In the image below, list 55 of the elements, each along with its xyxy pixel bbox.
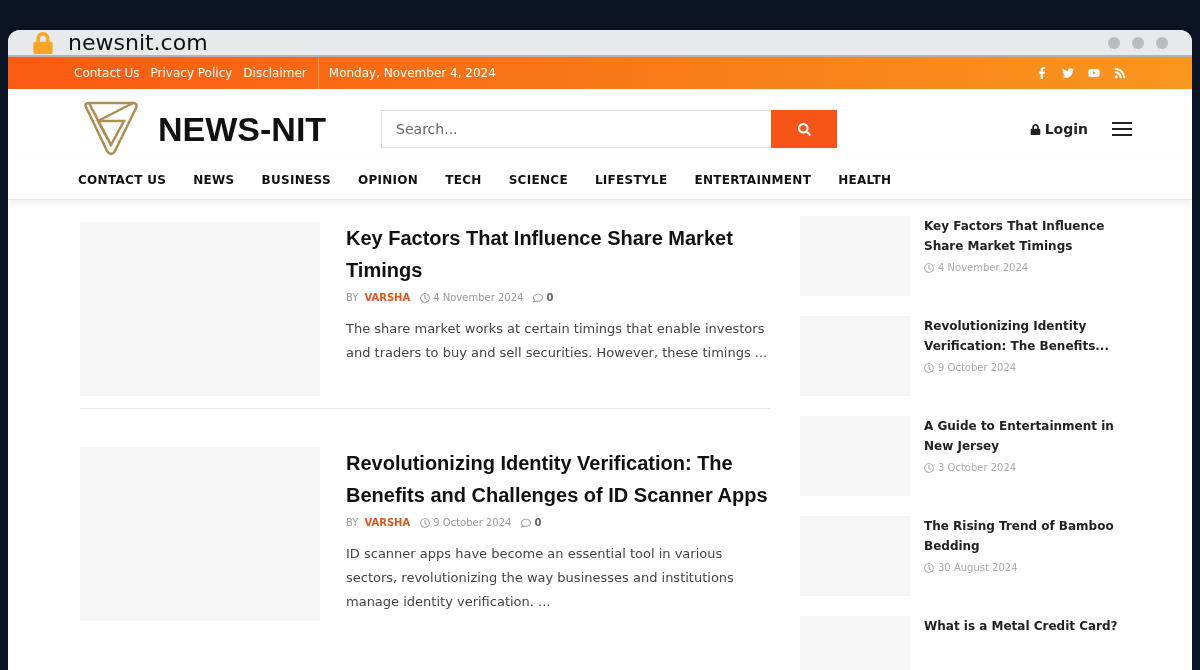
article-title[interactable]: Key Factors That Influence Share Market Timings — [346, 222, 770, 286]
post-title[interactable]: A Guide to Entertainment in New Jersey — [924, 416, 1140, 456]
lock-icon — [1029, 123, 1041, 135]
date-text: 3 October 2024 — [938, 462, 1017, 473]
date-text: 9 October 2024 — [433, 517, 512, 528]
logo-text[interactable]: NEWS-NIT — [158, 109, 327, 149]
clock-icon — [420, 292, 431, 303]
comment-count[interactable]: 0 — [534, 517, 542, 528]
facebook-icon[interactable] — [1036, 67, 1048, 79]
byline-text: BY — [346, 292, 359, 303]
comment-icon — [533, 292, 544, 303]
search-button[interactable] — [771, 110, 838, 148]
youtube-icon[interactable] — [1088, 67, 1100, 79]
post-title[interactable]: The Rising Trend of Bamboo Bedding — [924, 516, 1140, 556]
nav-link[interactable]: HEALTH — [838, 173, 892, 187]
author-link[interactable]: VARSHA — [364, 292, 411, 303]
author-link[interactable]: VARSHA — [364, 517, 411, 528]
clock-icon — [924, 262, 934, 273]
nav-link[interactable]: CONTACT US — [78, 173, 167, 187]
nav-link[interactable]: NEWS — [193, 173, 235, 187]
clock-icon — [924, 562, 934, 573]
menu-icon[interactable] — [1112, 121, 1132, 137]
date-text: 9 October 2024 — [938, 362, 1017, 373]
date-text: 30 August 2024 — [938, 562, 1018, 573]
article-excerpt: The share market works at certain timings that enable investors and traders to buy and sell securities. However, these timings ... — [346, 320, 769, 362]
clock-icon — [924, 362, 934, 373]
twitter-icon[interactable] — [1062, 67, 1074, 79]
clock-icon — [924, 462, 934, 473]
nav-link[interactable]: TECH — [445, 173, 482, 187]
nav-link[interactable]: LIFESTYLE — [594, 173, 668, 187]
rss-icon[interactable] — [1114, 67, 1126, 79]
search-field[interactable]: Search... — [381, 110, 772, 148]
lock-icon — [32, 31, 54, 54]
nav-link[interactable]: ENTERTAINMENT — [694, 173, 812, 187]
article-excerpt: ID scanner apps have become an essential tool in various sectors, revolutionizing the way businesses and institutions manage identity verification. ... — [346, 545, 735, 611]
clock-icon — [420, 517, 431, 528]
article-title[interactable]: Revolutionizing Identity Verification: The Benefits and Challenges of ID Scanner Apps — [346, 447, 770, 511]
post-title[interactable]: Key Factors That Influence Share Market Timings — [924, 216, 1140, 256]
search-icon — [797, 122, 811, 136]
window-control-dot[interactable] — [1108, 36, 1120, 49]
date-text: 4 November 2024 — [938, 262, 1029, 273]
byline-text: BY — [346, 517, 359, 528]
nav-link[interactable]: OPINION — [357, 173, 419, 187]
window-control-dot[interactable] — [1132, 36, 1144, 49]
nav-link[interactable]: SCIENCE — [508, 173, 568, 187]
post-title[interactable]: What is a Metal Credit Card? — [924, 616, 1118, 636]
comment-count[interactable]: 0 — [546, 292, 554, 303]
address-text[interactable]: newsnit.com — [68, 30, 208, 55]
login-link[interactable]: Login — [1044, 121, 1088, 137]
date-text: 4 November 2024 — [433, 292, 524, 303]
window-control-dot[interactable] — [1156, 36, 1168, 49]
post-title[interactable]: Revolutionizing Identity Verification: The Benefits... — [924, 316, 1140, 356]
date-text: Monday, November 4, 2024 — [328, 66, 496, 80]
nav-link[interactable]: BUSINESS — [261, 173, 331, 187]
comment-icon — [521, 517, 532, 528]
